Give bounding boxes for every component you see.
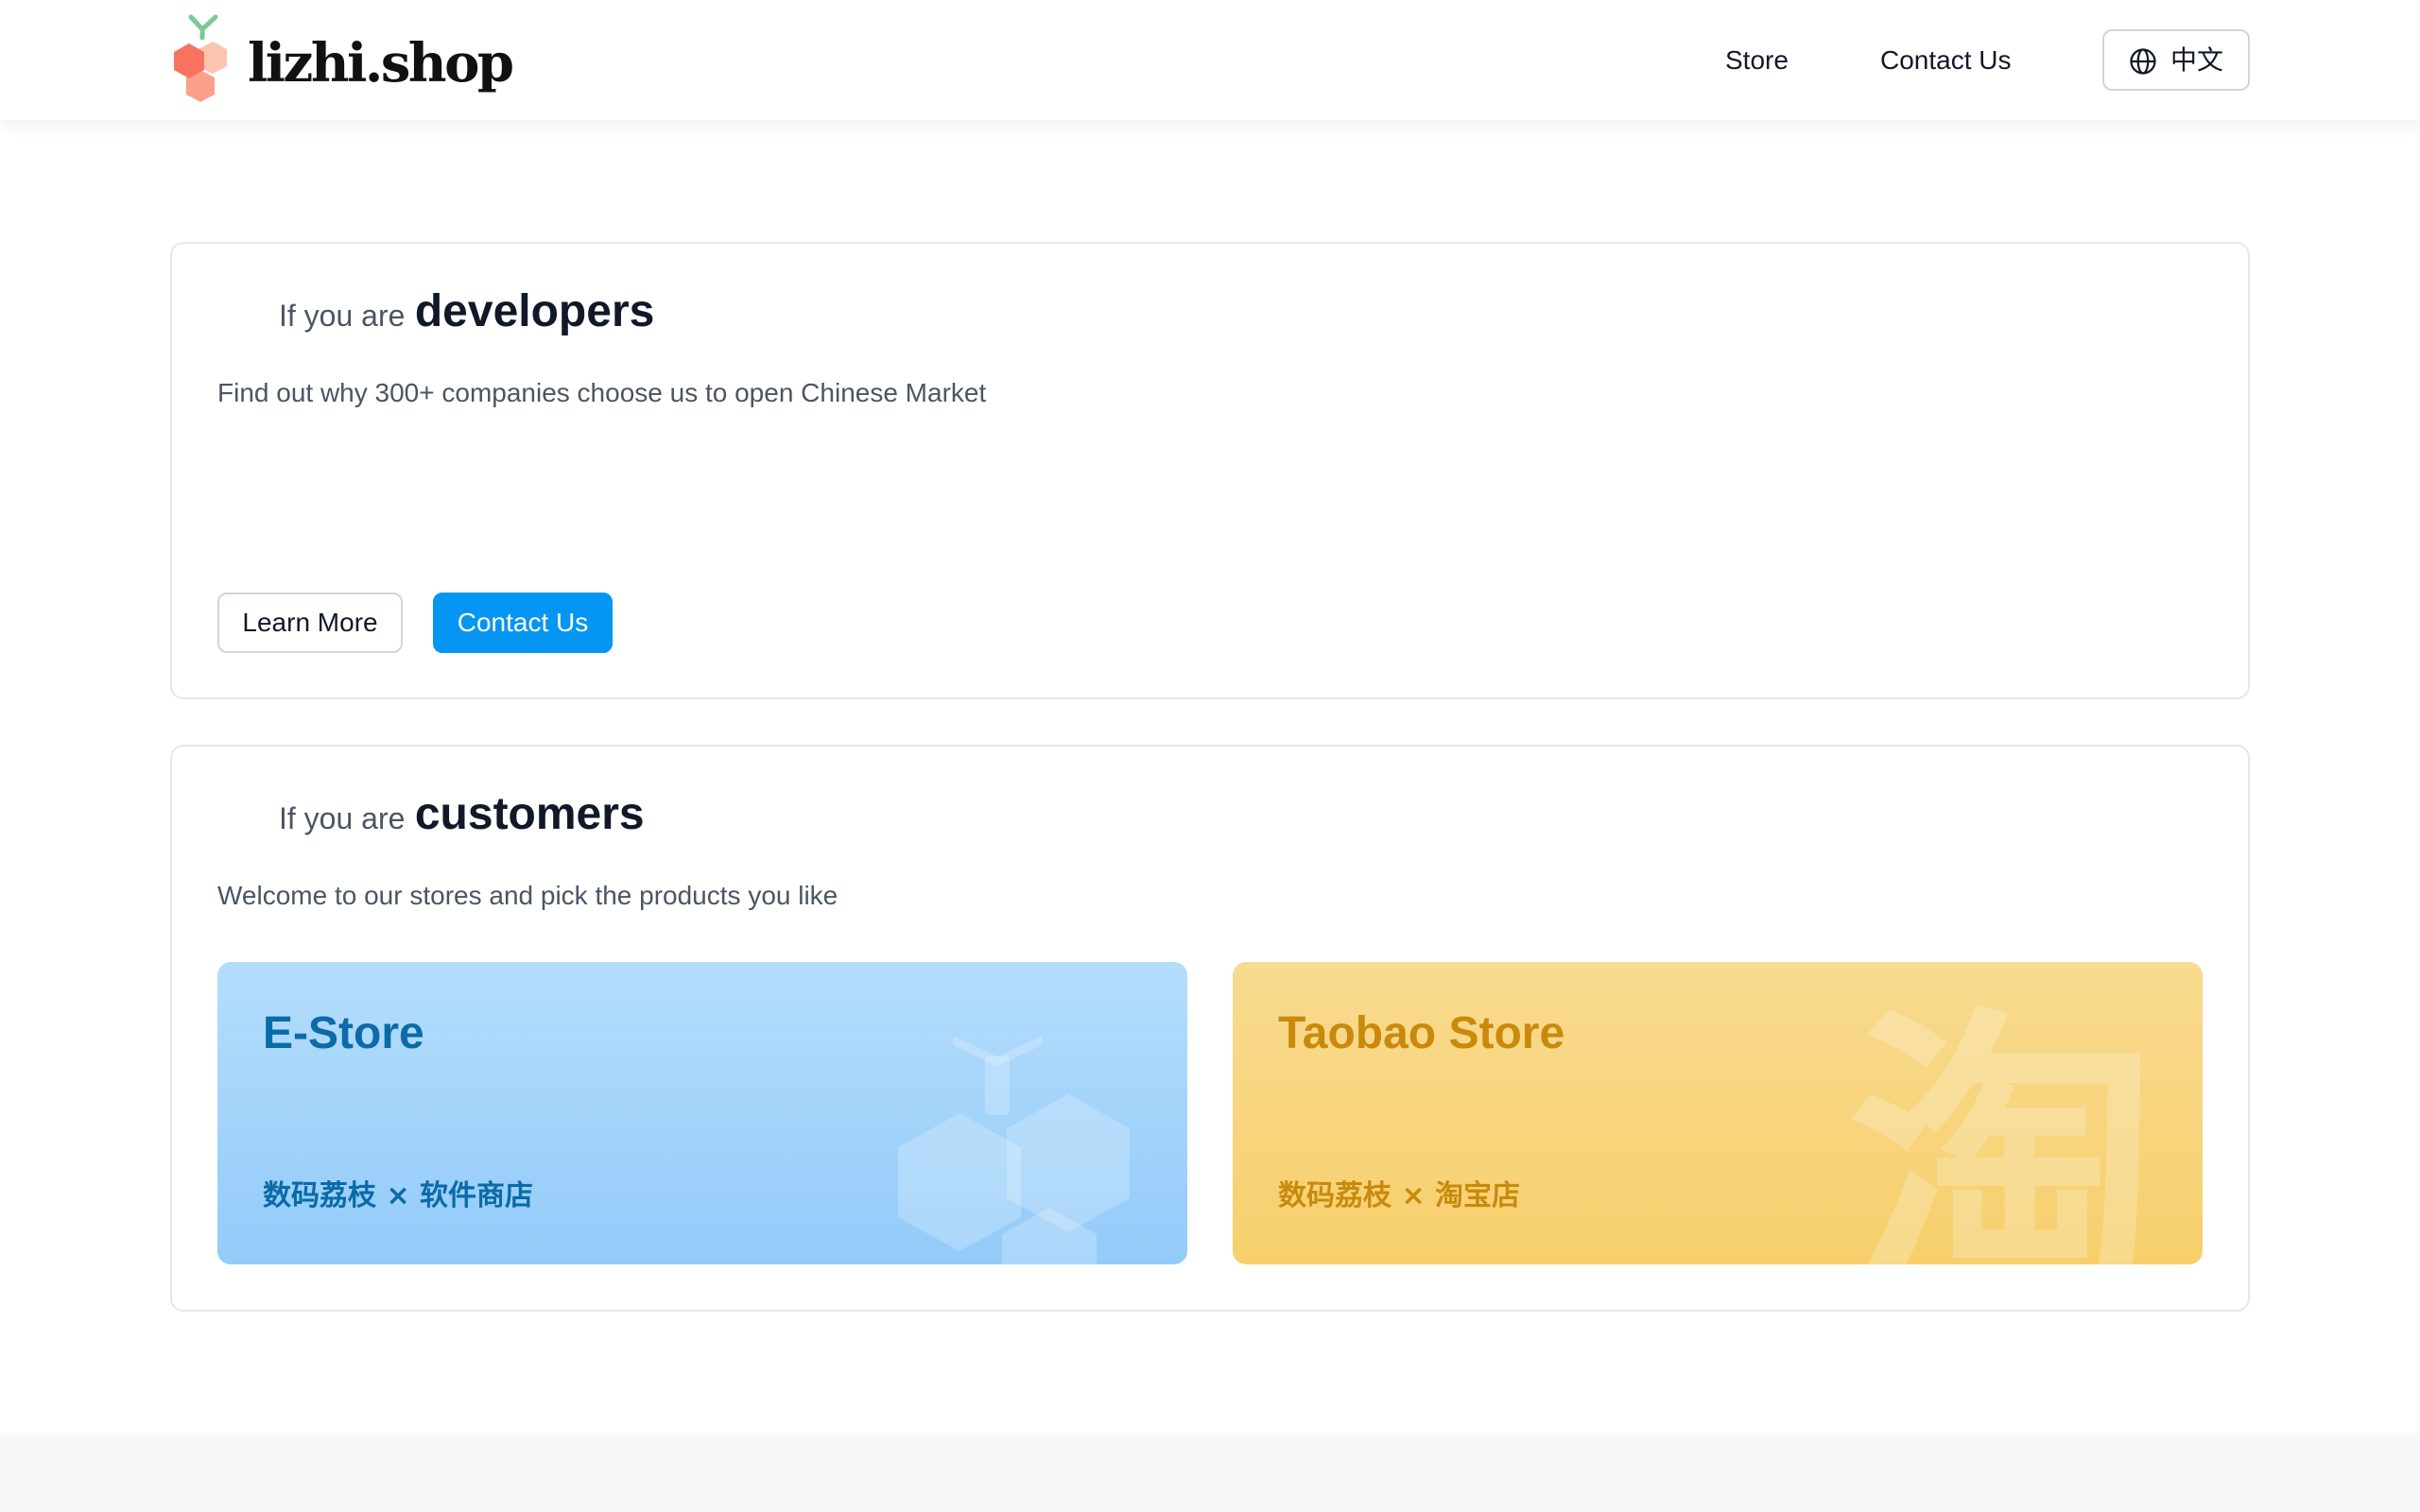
globe-icon (2130, 48, 2156, 75)
customers-heading-audience: customers (414, 789, 645, 839)
brand-name: lizhi.shop (248, 32, 514, 94)
nav-link-store[interactable]: Store (1725, 45, 1789, 76)
nav-store: Store (1725, 0, 1789, 120)
customers-heading-prefix: If you are (279, 801, 406, 835)
nav-link-contact-us[interactable]: Contact Us (1880, 45, 2012, 76)
tao-character-icon: 淘 (1847, 984, 2159, 1264)
contact-us-button[interactable]: Contact Us (433, 593, 613, 653)
e-store-subtitle: 数码荔枝 × 软件商店 (263, 1179, 534, 1212)
customers-description: Welcome to our stores and pick the produ… (217, 881, 838, 910)
lychee-hexagon-logo-icon (174, 14, 227, 102)
e-store-title: E-Store (263, 1008, 424, 1058)
language-label: 中文 (2169, 43, 2223, 76)
brand-home-link[interactable]: lizhi.shop (168, 13, 514, 108)
learn-more-button[interactable]: Learn More (217, 593, 403, 653)
developers-heading: If you are developers (279, 289, 654, 335)
developers-heading-audience: developers (414, 286, 655, 336)
taobao-store-subtitle: 数码荔枝 × 淘宝店 (1278, 1179, 1521, 1212)
developers-card: If you are developers Find out why 300+ … (170, 242, 2250, 699)
language-switch-button[interactable]: 中文 (2102, 29, 2250, 91)
developers-heading-prefix: If you are (279, 299, 406, 333)
taobao-store-tile[interactable]: 淘 Taobao Store 数码荔枝 × 淘宝店 (1233, 962, 2203, 1264)
customers-heading: If you are customers (279, 792, 645, 837)
nav-contact: Contact Us (1880, 0, 2012, 120)
hexagon-lychee-icon (898, 1036, 1130, 1264)
customers-card: If you are customers Welcome to our stor… (170, 745, 2250, 1312)
developers-description: Find out why 300+ companies choose us to… (217, 378, 987, 407)
e-store-tile[interactable]: E-Store 数码荔枝 × 软件商店 (217, 962, 1187, 1264)
taobao-store-title: Taobao Store (1278, 1008, 1565, 1058)
site-header: lizhi.shop Store Contact Us 中文 (0, 0, 2420, 120)
footer-band (0, 1433, 2420, 1512)
